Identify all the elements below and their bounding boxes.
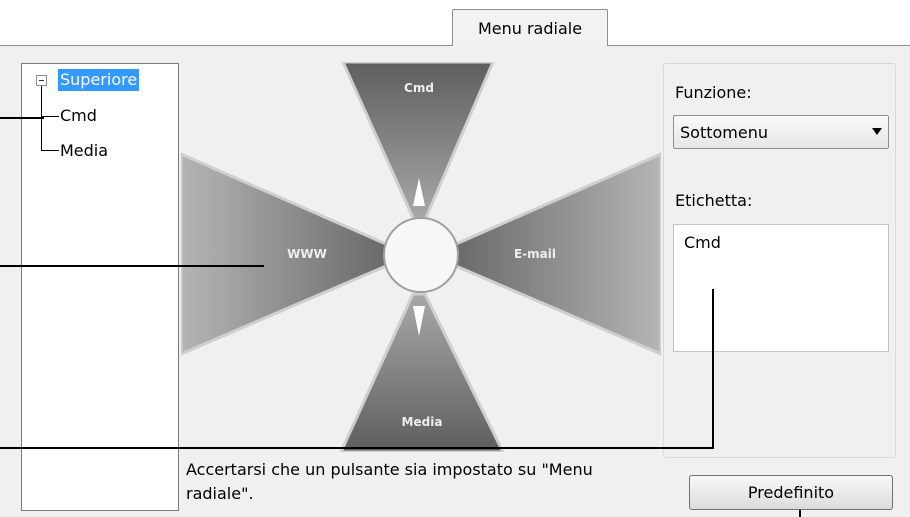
caption-label: Etichetta:	[675, 191, 753, 210]
radial-label-right: E-mail	[514, 247, 556, 261]
chevron-down-icon	[872, 128, 882, 135]
function-select-value: Sottomenu	[680, 123, 768, 142]
menu-tree[interactable]: Superiore Cmd Media	[21, 63, 179, 511]
tree-item-cmd[interactable]: Cmd	[58, 105, 99, 127]
info-note: Accertarsi che un pulsante sia impostato…	[186, 460, 593, 503]
collapse-icon[interactable]	[36, 75, 47, 86]
callout-line-tree	[0, 117, 44, 119]
tree-connector-media	[41, 150, 59, 151]
caption-field[interactable]: Cmd	[673, 224, 889, 352]
tree-item-superiore[interactable]: Superiore	[58, 69, 140, 91]
tree-item-media[interactable]: Media	[58, 140, 110, 162]
callout-line-radial	[0, 265, 264, 267]
tab-menu-radiale[interactable]: Menu radiale	[452, 9, 608, 46]
function-label: Funzione:	[675, 83, 752, 102]
tab-label: Menu radiale	[477, 18, 583, 38]
radial-label-left: WWW	[287, 247, 327, 261]
default-button-label: Predefinito	[747, 483, 835, 502]
radial-label-bottom: Media	[402, 415, 443, 429]
callout-line-button	[799, 510, 801, 517]
callout-line-caption	[0, 447, 714, 449]
radial-menu-preview: Cmd Media WWW E-mail	[181, 62, 661, 452]
caption-field-value: Cmd	[684, 233, 721, 252]
radial-center	[383, 217, 459, 293]
radial-segment-left[interactable]	[181, 152, 388, 356]
default-button[interactable]: Predefinito	[689, 475, 893, 510]
function-select[interactable]: Sottomenu	[673, 115, 889, 149]
callout-line-caption-vertical	[712, 289, 714, 449]
radial-segment-right[interactable]	[454, 152, 661, 356]
radial-label-top: Cmd	[404, 81, 434, 95]
